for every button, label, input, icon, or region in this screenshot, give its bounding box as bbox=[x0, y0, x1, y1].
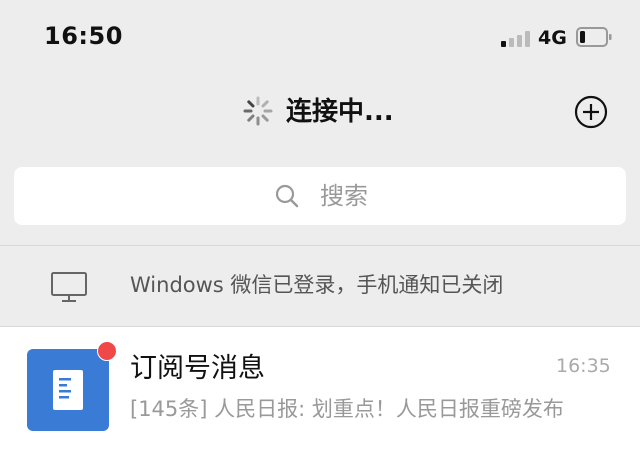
network-type: 4G bbox=[538, 27, 567, 49]
search-input[interactable]: 搜索 bbox=[14, 167, 626, 225]
monitor-icon bbox=[51, 272, 87, 302]
chat-list: 订阅号消息 16:35 [145条] 人民日报: 划重点！人民日报重磅发布 bbox=[0, 327, 640, 451]
battery-icon bbox=[576, 27, 612, 47]
login-notice-banner[interactable]: Windows 微信已登录，手机通知已关闭 bbox=[0, 246, 640, 326]
chat-timestamp: 16:35 bbox=[556, 355, 611, 377]
status-bar: 16:50 4G bbox=[0, 0, 640, 78]
unread-badge bbox=[97, 341, 117, 361]
page-title: 连接中... bbox=[286, 97, 394, 127]
list-item[interactable]: 订阅号消息 16:35 [145条] 人民日报: 划重点！人民日报重磅发布 bbox=[0, 327, 640, 451]
chat-name: 订阅号消息 bbox=[130, 353, 265, 384]
search-icon bbox=[275, 184, 299, 208]
document-icon bbox=[53, 370, 83, 410]
add-button[interactable] bbox=[574, 95, 608, 129]
search-placeholder: 搜索 bbox=[320, 182, 368, 210]
status-time: 16:50 bbox=[44, 22, 123, 50]
loading-spinner-icon bbox=[243, 96, 273, 126]
avatar bbox=[27, 349, 109, 431]
login-notice-text: Windows 微信已登录，手机通知已关闭 bbox=[130, 273, 504, 297]
signal-strength-icon bbox=[501, 31, 531, 47]
chat-preview: [145条] 人民日报: 划重点！人民日报重磅发布 bbox=[130, 397, 564, 421]
